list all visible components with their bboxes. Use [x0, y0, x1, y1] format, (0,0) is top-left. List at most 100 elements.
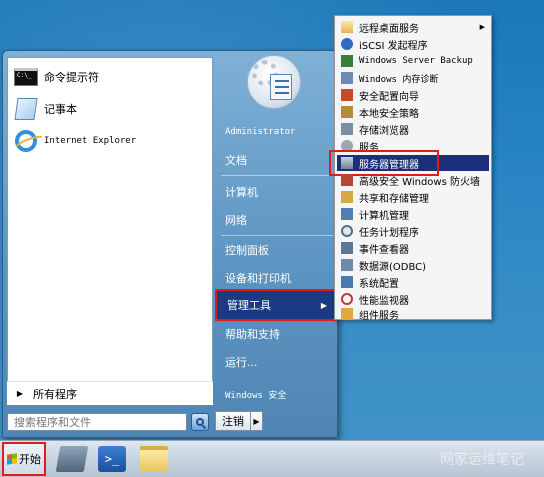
windows-security-label: Windows 安全 — [225, 390, 287, 401]
search-input[interactable] — [7, 413, 187, 431]
submenu-item-server-backup[interactable]: Windows Server Backup — [337, 53, 489, 69]
windows-flag-icon — [7, 453, 17, 465]
logoff-group: 注销 ▶ — [215, 411, 269, 431]
search-icon — [196, 418, 204, 426]
logoff-button[interactable]: 注销 — [215, 411, 251, 431]
submenu-item-iscsi[interactable]: iSCSI 发起程序 — [337, 36, 489, 52]
start-button[interactable]: 开始 — [2, 442, 46, 476]
start-menu-right-pane: Administrator 文档 计算机 网络 控制面板 设备和打印机 管理工具… — [215, 51, 337, 407]
submenu-item-label: 存储浏览器 — [359, 125, 409, 137]
submenu-item-label: 组件服务 — [359, 310, 399, 322]
submenu-item-label: 数据源(ODBC) — [359, 261, 427, 273]
right-item-help-support[interactable]: 帮助和支持 — [215, 321, 337, 347]
chevron-right-icon: ▶ — [320, 300, 327, 310]
all-programs-button[interactable]: ▶ 所有程序 — [7, 381, 213, 405]
submenu-item-label: iSCSI 发起程序 — [359, 40, 428, 52]
submenu-item-label: 任务计划程序 — [359, 227, 419, 239]
backup-icon — [341, 55, 353, 67]
search-row — [7, 411, 213, 433]
submenu-item-label: 共享和存储管理 — [359, 193, 429, 205]
cmd-icon — [14, 65, 38, 89]
submenu-item-label: Windows 内存诊断 — [359, 74, 439, 85]
explorer-folder-icon[interactable] — [140, 446, 168, 472]
event-viewer-icon — [341, 242, 353, 254]
submenu-item-storage-explorer[interactable]: 存储浏览器 — [337, 121, 489, 137]
start-button-label: 开始 — [19, 453, 41, 466]
server-manager-taskbar-icon[interactable] — [55, 446, 89, 472]
pinned-item-label: Internet Explorer — [44, 136, 137, 146]
admin-tools-submenu: 远程桌面服务 ▶ iSCSI 发起程序 Windows Server Backu… — [329, 15, 492, 322]
user-picture[interactable] — [247, 55, 301, 109]
right-item-label: 控制面板 — [225, 244, 269, 257]
watermark: 网家运维笔记 — [440, 452, 524, 468]
right-item-label: 设备和打印机 — [225, 272, 291, 285]
submenu-item-component-services[interactable]: 组件服务 — [337, 306, 489, 322]
submenu-item-label: 计算机管理 — [359, 210, 409, 222]
chevron-right-icon: ▶ — [479, 23, 485, 31]
powershell-icon[interactable]: >_ — [98, 446, 126, 472]
submenu-item-label: 性能监视器 — [359, 295, 409, 307]
storage-explorer-icon — [341, 123, 353, 135]
submenu-item-remote-desktop[interactable]: 远程桌面服务 ▶ — [337, 19, 489, 35]
right-item-administrator[interactable]: Administrator — [215, 119, 337, 145]
folder-icon — [341, 21, 353, 33]
memory-diagnostic-icon — [341, 72, 353, 84]
component-services-icon — [341, 308, 353, 320]
taskbar: 开始 >_ 网家运维笔记 — [0, 440, 544, 477]
submenu-item-share-storage[interactable]: 共享和存储管理 — [337, 189, 489, 205]
pinned-item-label: 命令提示符 — [44, 71, 99, 84]
submenu-item-security-wizard[interactable]: 安全配置向导 — [337, 87, 489, 103]
divider — [221, 175, 333, 176]
right-item-label: 文档 — [225, 154, 247, 167]
search-button[interactable] — [191, 413, 209, 431]
pinned-item-ie[interactable]: Internet Explorer — [14, 128, 208, 154]
local-security-policy-icon — [341, 106, 353, 118]
right-item-label: 帮助和支持 — [225, 328, 280, 341]
share-storage-icon — [341, 191, 353, 203]
submenu-item-label: Windows Server Backup — [359, 56, 473, 66]
logoff-options-button[interactable]: ▶ — [251, 411, 263, 431]
right-item-documents[interactable]: 文档 — [215, 147, 337, 173]
right-item-label: 管理工具 — [227, 299, 271, 312]
pinned-item-cmd[interactable]: 命令提示符 — [14, 64, 208, 90]
right-item-computer[interactable]: 计算机 — [215, 179, 337, 205]
right-item-run[interactable]: 运行... — [215, 349, 337, 375]
submenu-item-task-scheduler[interactable]: 任务计划程序 — [337, 223, 489, 239]
submenu-item-firewall[interactable]: 高级安全 Windows 防火墙 — [337, 172, 489, 188]
submenu-item-label: 安全配置向导 — [359, 91, 419, 103]
divider — [221, 235, 333, 236]
right-item-label: 计算机 — [225, 186, 258, 199]
right-item-network[interactable]: 网络 — [215, 207, 337, 233]
performance-monitor-icon — [341, 293, 353, 305]
submenu-item-computer-management[interactable]: 计算机管理 — [337, 206, 489, 222]
start-menu-left-pane: 命令提示符 记事本 Internet Explorer — [7, 57, 213, 405]
right-item-label: Administrator — [225, 127, 296, 137]
submenu-item-label: 事件查看器 — [359, 244, 409, 256]
right-item-control-panel[interactable]: 控制面板 — [215, 237, 337, 263]
task-scheduler-icon — [341, 225, 353, 237]
submenu-item-memory-diagnostic[interactable]: Windows 内存诊断 — [337, 70, 489, 86]
submenu-item-label: 本地安全策略 — [359, 108, 419, 120]
security-wizard-icon — [341, 89, 353, 101]
submenu-item-label: 高级安全 Windows 防火墙 — [359, 176, 480, 188]
submenu-item-event-viewer[interactable]: 事件查看器 — [337, 240, 489, 256]
submenu-item-odbc[interactable]: 数据源(ODBC) — [337, 257, 489, 273]
pinned-item-label: 记事本 — [44, 103, 77, 116]
windows-security-button[interactable]: Windows 安全 — [215, 381, 337, 407]
odbc-icon — [341, 259, 353, 271]
checklist-icon — [270, 74, 292, 100]
right-item-admin-tools[interactable]: 管理工具 ▶ — [215, 289, 337, 321]
firewall-icon — [341, 174, 353, 186]
submenu-item-local-security-policy[interactable]: 本地安全策略 — [337, 104, 489, 120]
start-menu: 命令提示符 记事本 Internet Explorer ▶ 所有程序 Admin… — [2, 50, 338, 438]
right-item-label: 运行... — [225, 356, 258, 369]
ie-icon — [14, 129, 38, 153]
submenu-item-performance-monitor[interactable]: 性能监视器 — [337, 291, 489, 307]
notepad-icon — [14, 97, 38, 121]
pinned-item-notepad[interactable]: 记事本 — [14, 96, 208, 122]
submenu-item-server-manager[interactable]: 服务器管理器 — [329, 150, 489, 176]
submenu-item-system-config[interactable]: 系统配置 — [337, 274, 489, 290]
right-item-label: 网络 — [225, 214, 247, 227]
submenu-item-label: 系统配置 — [359, 278, 399, 290]
right-item-devices-printers[interactable]: 设备和打印机 — [215, 265, 337, 291]
